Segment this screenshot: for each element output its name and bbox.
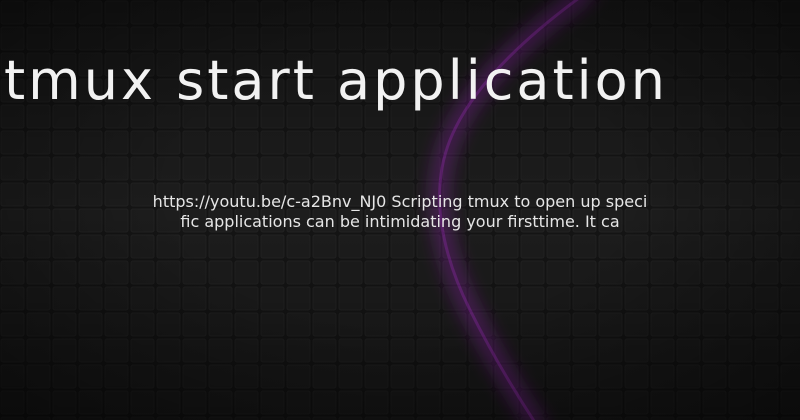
description: https://youtu.be/c-a2Bnv_NJ0 Scripting t…	[100, 192, 700, 232]
description-line-1: https://youtu.be/c-a2Bnv_NJ0 Scripting t…	[152, 192, 648, 211]
page-title: tmux start application	[4, 49, 668, 112]
description-line-2: fic applications can be intimidating you…	[180, 212, 620, 231]
hero-card: tmux start application https://youtu.be/…	[0, 0, 800, 420]
